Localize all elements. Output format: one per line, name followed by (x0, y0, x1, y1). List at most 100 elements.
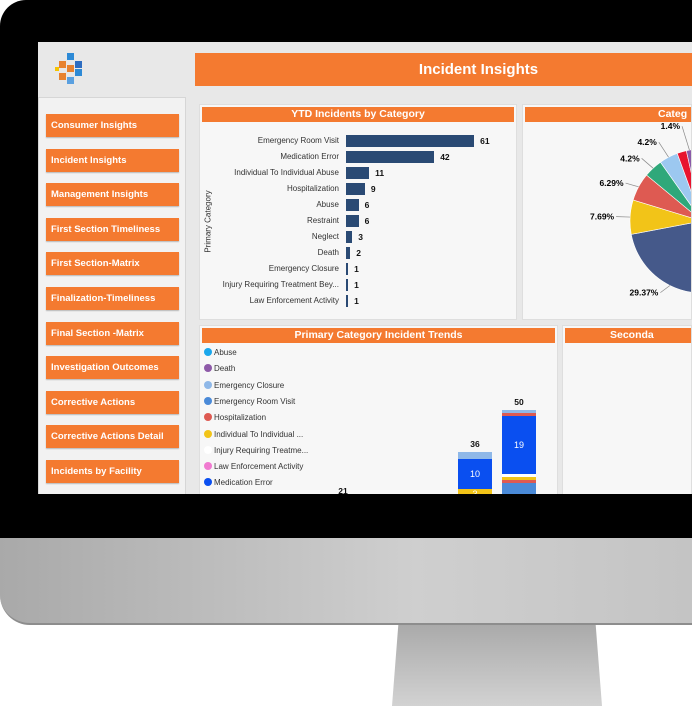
category-label: Individual To Individual Abuse (234, 168, 339, 177)
stack-segment (502, 409, 536, 413)
category-label: Injury Requiring Treatment Bey... (222, 280, 339, 289)
pie-leader-line (658, 141, 669, 158)
bar-total: 50 (514, 396, 524, 407)
stack-segment (458, 452, 492, 459)
legend-label: Emergency Closure (214, 380, 285, 390)
legend-item[interactable]: Hospitalization (204, 413, 266, 422)
sidebar-item-final-section-matrix[interactable]: Final Section -Matrix (46, 321, 179, 345)
category-label: Abuse (316, 200, 339, 209)
y-axis-label: Primary Category (203, 190, 213, 253)
bar-value: 11 (375, 168, 385, 178)
monitor-chin (0, 538, 692, 625)
dashboard-screen: Incident Insights Consumer Insights Incid… (38, 42, 692, 494)
legend-dot-icon (204, 462, 212, 471)
bar (346, 135, 475, 147)
stack-segment (502, 412, 536, 416)
stack-segment: 22 (502, 483, 536, 494)
stack-segment: 10 (458, 458, 492, 490)
legend-item[interactable]: Abuse (204, 348, 237, 357)
primary-trends-panel: Primary Category Incident Trends Abuse De… (199, 325, 558, 494)
category-label: Neglect (311, 232, 339, 241)
sidebar-item-incident-insights[interactable]: Incident Insights (46, 148, 179, 172)
bar-value: 1 (354, 280, 359, 290)
legend-label: Injury Requiring Treatme... (214, 445, 309, 455)
legend-label: Law Enforcement Activity (214, 462, 304, 472)
legend-item[interactable]: Death (204, 364, 235, 373)
monitor-stand (392, 625, 602, 706)
pie-leader-line (660, 285, 671, 293)
bar (346, 263, 349, 275)
bar (346, 167, 370, 179)
bar-value: 3 (358, 232, 364, 242)
secondary-chart-title: Seconda (565, 328, 691, 343)
legend-label: Death (214, 364, 236, 374)
ytd-chart-title: YTD Incidents by Category (202, 107, 514, 122)
bar-total: 36 (470, 439, 480, 450)
bar-value: 61 (480, 136, 490, 146)
legend-dot-icon (204, 348, 212, 356)
legend-item[interactable]: Individual To Individual ... (204, 429, 304, 439)
sidebar-item-first-section-matrix[interactable]: First Section-Matrix (46, 252, 179, 276)
secondary-trends-panel: Seconda 4421341818 (562, 325, 692, 494)
bar (346, 151, 435, 163)
bar-value: 1 (354, 264, 359, 274)
sidebar-item-first-section-timeliness[interactable]: First Section Timeliness (46, 217, 179, 241)
sidebar-item-management-insights[interactable]: Management Insights (46, 183, 179, 207)
stack-segment (502, 477, 536, 481)
legend-item[interactable]: Emergency Closure (204, 380, 285, 390)
bar-value: 6 (364, 216, 370, 226)
legend-dot-icon (204, 429, 212, 438)
legend-dot-icon (204, 380, 212, 389)
sidebar-item-incidents-by-facility[interactable]: Incidents by Facility (46, 460, 179, 483)
category-label: Restraint (306, 216, 339, 225)
category-label: Death (317, 248, 339, 257)
pie-label: 29.37% (630, 288, 659, 298)
sidebar-item-corrective-actions-detail[interactable]: Corrective Actions Detail (46, 425, 179, 449)
stack-segment (502, 480, 536, 484)
pie-label: 7.69% (590, 212, 615, 222)
legend-item[interactable]: Medication Error (204, 478, 273, 487)
stack-segment: 3 (458, 489, 492, 494)
bar (346, 247, 351, 259)
sidebar-nav: Consumer Insights Incident Insights Manage… (38, 97, 186, 494)
pie-leader-line (625, 182, 639, 188)
sidebar-item-investigation-outcomes[interactable]: Investigation Outcomes (46, 356, 179, 380)
legend-item[interactable]: Injury Requiring Treatme... (204, 445, 309, 455)
category-label: Emergency Room Visit (257, 136, 339, 145)
bar (346, 183, 365, 195)
sidebar-item-consumer-insights[interactable]: Consumer Insights (46, 114, 179, 137)
bar-value: 2 (356, 248, 361, 258)
bar-value: 9 (370, 184, 376, 194)
bar-value: 6 (364, 200, 370, 210)
trends-chart-title: Primary Category Incident Trends (202, 328, 555, 343)
pie-leader-line (681, 126, 690, 151)
bar-total: 21 (338, 485, 348, 494)
category-pie-panel: Categ 29.37% 7.69% 6.29% 4.2% 4.2% 1.4% (522, 104, 692, 320)
category-label: Law Enforcement Activity (249, 296, 339, 305)
page-title: Incident Insights (195, 53, 692, 86)
sidebar-item-finalization-timeliness[interactable]: Finalization-Timeliness (46, 287, 179, 310)
sidebar-item-corrective-actions[interactable]: Corrective Actions (46, 390, 179, 414)
logo-icon (55, 53, 87, 85)
legend-dot-icon (204, 396, 212, 405)
bar (346, 215, 359, 227)
legend-label: Emergency Room Visit (214, 396, 296, 406)
pie-leader-line (641, 158, 654, 169)
stack-segment (502, 473, 536, 478)
stack-segment: 19 (502, 415, 536, 474)
bar-value: 1 (354, 296, 359, 306)
legend-dot-icon (204, 364, 212, 373)
pie-label: 4.2% (637, 137, 657, 147)
bar (346, 199, 359, 211)
category-label: Medication Error (280, 152, 339, 161)
legend-dot-icon (204, 413, 212, 422)
bar-value: 42 (440, 152, 450, 162)
legend-item[interactable]: Emergency Room Visit (204, 396, 296, 406)
legend-item[interactable]: Law Enforcement Activity (204, 462, 303, 471)
category-label: Emergency Closure (268, 264, 339, 273)
legend-dot-icon (204, 478, 212, 487)
pie-label: 1.4% (661, 121, 681, 131)
legend-label: Abuse (214, 348, 237, 357)
legend-label: Hospitalization (214, 413, 267, 423)
legend-label: Individual To Individual ... (214, 429, 304, 439)
